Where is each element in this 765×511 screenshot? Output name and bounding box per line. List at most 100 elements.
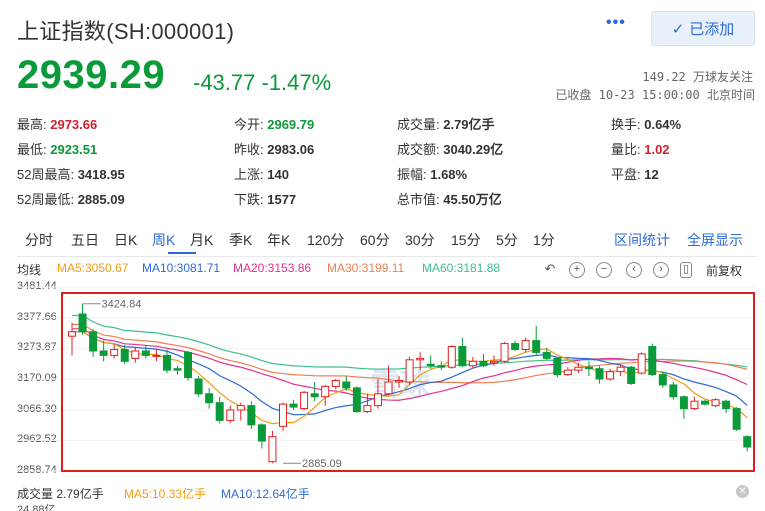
stat-label: 换手: bbox=[611, 117, 641, 132]
stat-label: 平盘: bbox=[611, 167, 641, 182]
tab-10[interactable]: 15分 bbox=[451, 230, 481, 250]
stock-header: 上证指数(SH:000001) ••• ✓ 已添加 bbox=[0, 0, 765, 50]
close-icon[interactable]: ✕ bbox=[736, 485, 749, 498]
candle-body bbox=[99, 350, 108, 356]
tab-6[interactable]: 年K bbox=[267, 230, 290, 250]
stat-value: 3040.29亿 bbox=[439, 142, 504, 157]
candle-body bbox=[542, 351, 551, 359]
candle-body bbox=[405, 359, 414, 383]
adjust-selector[interactable]: 前复权 bbox=[706, 262, 742, 279]
candle-body bbox=[236, 405, 245, 411]
tab-8[interactable]: 60分 bbox=[360, 230, 390, 250]
volume-label: 成交量 2.79亿手 bbox=[17, 487, 104, 501]
candle-body bbox=[205, 393, 214, 404]
follow-button-label: 已添加 bbox=[689, 21, 735, 38]
kline-chart[interactable]: 雪球 3424.842885.09 bbox=[0, 280, 765, 480]
stat-value: 1.02 bbox=[640, 142, 670, 157]
price-change: -43.77 -1.47% bbox=[193, 70, 332, 95]
active-tab-indicator bbox=[168, 252, 196, 254]
zoom-out-icon[interactable]: − bbox=[596, 262, 612, 278]
fullscreen-link[interactable]: 全屏显示 bbox=[687, 230, 743, 250]
ma10-value: MA10:3081.71 bbox=[142, 261, 221, 275]
stat-label: 下跌: bbox=[234, 192, 264, 207]
quote-stats: 最高: 2973.66 今开: 2969.79 成交量: 2.79亿手 换手: 0.6… bbox=[17, 114, 757, 214]
tab-9[interactable]: 30分 bbox=[405, 230, 435, 250]
candle-body bbox=[120, 348, 129, 362]
stat-label: 量比: bbox=[611, 142, 641, 157]
period-tabs: 区间统计 全屏显示 分时 五日 日K 周K 月K 季K 年K 120分 60分 30分 15分 5分 1… bbox=[17, 227, 757, 257]
stat-item: 今开: 2969.79 bbox=[234, 114, 314, 133]
tab-0[interactable]: 分时 bbox=[25, 230, 53, 250]
volume-ma5: MA5:10.33亿手 bbox=[124, 487, 207, 501]
candle-body bbox=[490, 360, 498, 364]
stat-label: 52周最低: bbox=[17, 192, 75, 207]
candle-body bbox=[658, 374, 667, 386]
candle-body bbox=[437, 365, 446, 368]
candle-body bbox=[532, 340, 541, 353]
stat-value: 45.50万亿 bbox=[439, 192, 502, 207]
candle-body bbox=[574, 366, 583, 371]
follow-button[interactable]: ✓ 已添加 bbox=[651, 11, 755, 46]
candle-body bbox=[110, 348, 119, 356]
candle-body bbox=[352, 387, 361, 413]
candle-body bbox=[553, 357, 562, 376]
candle-body bbox=[669, 384, 678, 398]
stat-label: 上涨: bbox=[234, 167, 264, 182]
stat-item: 量比: 1.02 bbox=[611, 139, 670, 158]
candle-body bbox=[68, 331, 76, 337]
candle-body bbox=[701, 400, 709, 405]
tab-2[interactable]: 日K bbox=[114, 230, 137, 250]
ma5-value: MA5:3050.67 bbox=[57, 261, 129, 275]
undo-icon[interactable]: ↶ bbox=[542, 262, 558, 278]
ellipsis-icon[interactable]: ••• bbox=[606, 14, 626, 32]
candle-body bbox=[331, 380, 340, 387]
candle-body bbox=[363, 405, 372, 413]
candle-body bbox=[521, 340, 530, 350]
candle-body bbox=[648, 346, 657, 376]
check-icon: ✓ bbox=[671, 20, 685, 38]
stat-value: 3418.95 bbox=[74, 167, 125, 182]
candle-body bbox=[321, 385, 330, 398]
stat-label: 昨收: bbox=[234, 142, 264, 157]
ma-legend: 均线 MA5:3050.67 MA10:3081.71 MA20:3153.86… bbox=[17, 261, 762, 277]
candle-body bbox=[627, 366, 636, 384]
candle-body bbox=[690, 400, 699, 410]
pan-left-icon[interactable]: ‹ bbox=[626, 262, 642, 278]
tab-3[interactable]: 周K bbox=[152, 230, 175, 250]
candle-body bbox=[257, 424, 266, 442]
candle-body bbox=[152, 354, 161, 357]
stat-item: 昨收: 2983.06 bbox=[234, 139, 314, 158]
tab-7[interactable]: 120分 bbox=[307, 230, 344, 250]
zoom-in-icon[interactable]: + bbox=[569, 262, 585, 278]
ma-legend-label: 均线 bbox=[17, 263, 42, 277]
stat-item: 下跌: 1577 bbox=[234, 189, 296, 208]
candle-body bbox=[342, 381, 351, 389]
candle-body bbox=[194, 378, 203, 395]
candle-body bbox=[247, 405, 256, 426]
tab-11[interactable]: 5分 bbox=[496, 230, 518, 250]
stat-item: 上涨: 140 bbox=[234, 164, 289, 183]
ma20-value: MA20:3153.86 bbox=[233, 261, 312, 275]
stat-value: 1.68% bbox=[426, 167, 468, 182]
tab-5[interactable]: 季K bbox=[229, 230, 252, 250]
tab-4[interactable]: 月K bbox=[190, 230, 213, 250]
volume-top-tick: 24.88亿 bbox=[17, 504, 56, 511]
stat-label: 振幅: bbox=[397, 167, 427, 182]
pan-right-icon[interactable]: › bbox=[653, 262, 669, 278]
fullscreen-icon[interactable]: ▯ bbox=[680, 262, 692, 278]
candle-body bbox=[447, 346, 456, 368]
tab-12[interactable]: 1分 bbox=[533, 230, 555, 250]
candle-body bbox=[711, 399, 720, 407]
ma60-value: MA60:3181.88 bbox=[422, 261, 501, 275]
tab-1[interactable]: 五日 bbox=[71, 230, 99, 250]
interval-stats-link[interactable]: 区间统计 bbox=[614, 230, 670, 250]
candle-body bbox=[279, 403, 287, 427]
stat-value: 2983.06 bbox=[263, 142, 315, 157]
volume-legend: 成交量 2.79亿手 MA5:10.33亿手 MA10:12.64亿手 bbox=[17, 485, 762, 501]
stat-label: 成交量: bbox=[397, 117, 440, 132]
stat-value: 12 bbox=[640, 167, 659, 182]
candle-body bbox=[184, 351, 193, 379]
candle-body bbox=[89, 331, 98, 352]
candle-body bbox=[584, 366, 593, 370]
candle-body bbox=[268, 436, 277, 463]
